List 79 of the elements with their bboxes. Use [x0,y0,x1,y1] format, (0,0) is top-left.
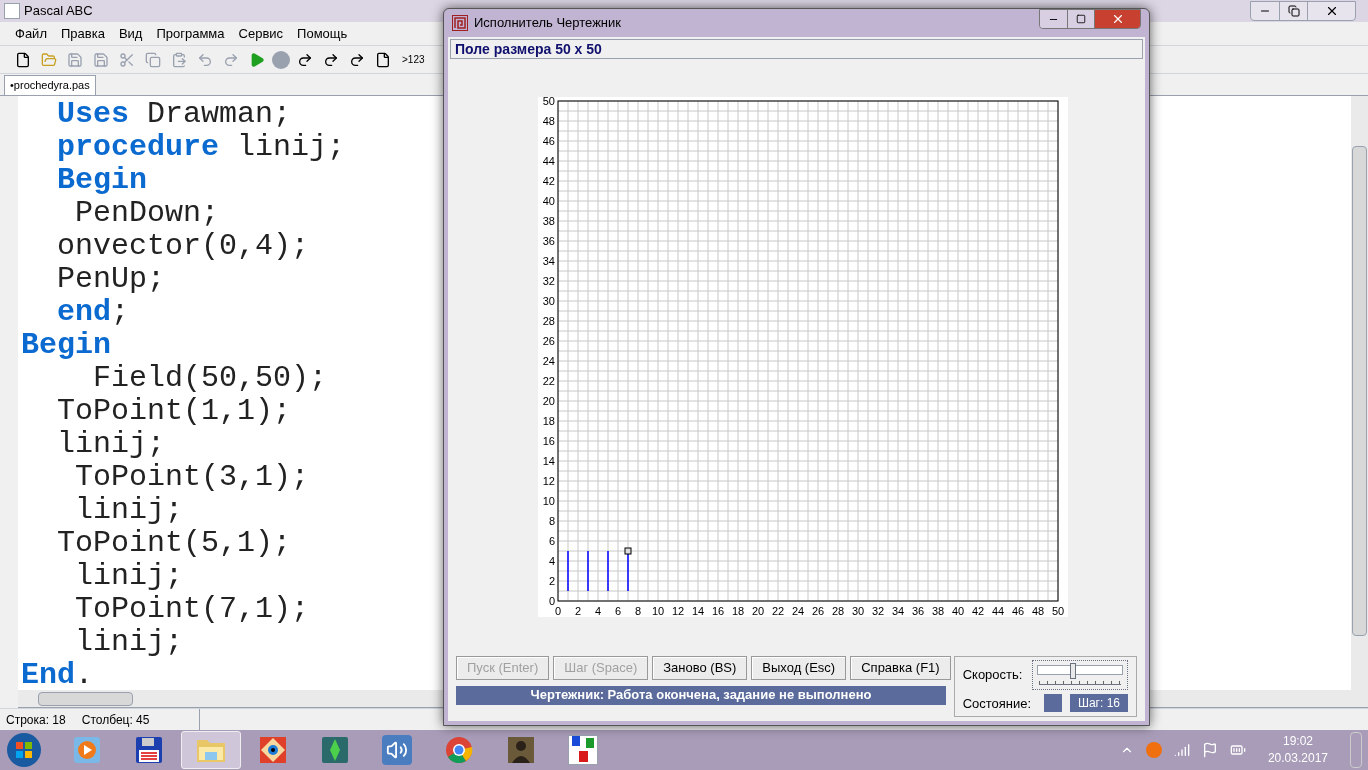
y-axis-label: 50 [542,97,555,107]
y-axis-label: 12 [542,475,555,487]
y-axis-label: 2 [548,575,555,587]
y-axis-label: 28 [542,315,555,327]
y-axis-label: 0 [548,595,555,607]
y-axis-label: 20 [542,395,555,407]
y-axis-label: 6 [548,535,555,547]
y-axis-label: 32 [542,275,555,287]
y-axis-label: 48 [542,115,555,127]
code-line: ToPoint(5,1); [56,527,292,560]
x-axis-label: 12 [671,605,684,617]
x-axis-label: 30 [851,605,864,617]
code-line: procedure linij; [56,131,346,164]
x-axis-label: 4 [594,605,601,617]
x-axis-label: 8 [634,605,641,617]
y-axis-label: 16 [542,435,555,447]
code-line: ToPoint(3,1); [74,461,310,494]
x-axis-label: 28 [831,605,844,617]
code-line: linij; [56,428,166,461]
x-axis-label: 16 [711,605,724,617]
code-line: End. [21,659,94,690]
x-axis-label: 20 [751,605,764,617]
speed-label: Скорость: [962,665,1023,684]
code-line: ToPoint(7,1); [74,593,310,626]
code-line: PenUp; [56,263,166,296]
y-axis-label: 4 [548,555,555,567]
y-axis-label: 42 [542,175,555,187]
y-axis-label: 36 [542,235,555,247]
x-axis-label: 6 [614,605,621,617]
x-axis-label: 0 [554,605,561,617]
code-line: Begin [21,329,111,362]
field-size-header: Поле размера 50 x 50 [450,39,1143,59]
y-axis-label: 14 [542,455,555,467]
x-axis-label: 34 [891,605,904,617]
y-axis-label: 44 [542,155,555,167]
y-axis-label: 34 [542,255,555,267]
x-axis-label: 48 [1031,605,1044,617]
y-axis-label: 26 [542,335,555,347]
code-line: Uses Drawman; [56,98,292,131]
row-indicator: Строка: 18 [6,711,66,729]
message-bar: Чертежник: Работа окончена, задание не выполнено [456,685,946,705]
y-axis-label: 10 [542,495,555,507]
x-axis-label: 10 [651,605,664,617]
window-title: Pascal ABC [24,2,93,21]
x-axis-label: 26 [811,605,824,617]
y-axis-label: 24 [542,355,555,367]
x-axis-label: 44 [991,605,1004,617]
y-axis-label: 38 [542,215,555,227]
x-axis-label: 2 [574,605,581,617]
x-axis-label: 40 [951,605,964,617]
y-axis-label: 30 [542,295,555,307]
code-line: ToPoint(1,1); [56,395,292,428]
code-line: PenDown; [74,197,220,230]
step-counter: Шаг: 16 [1069,694,1128,713]
code-line: onvector(0,4); [56,230,310,263]
x-axis-label: 36 [911,605,924,617]
y-axis-label: 18 [542,415,555,427]
x-axis-label: 50 [1051,605,1064,617]
x-axis-label: 22 [771,605,784,617]
x-axis-label: 32 [871,605,884,617]
code-line: Field(50,50); [92,362,328,395]
code-line: Begin [56,164,148,197]
column-indicator: Столбец: 45 [81,711,150,729]
dialog-title: Исполнитель Чертежник [474,14,621,33]
y-axis-label: 22 [542,375,555,387]
y-axis-label: 46 [542,135,555,147]
x-axis-label: 14 [691,605,704,617]
code-line: linij; [74,626,184,659]
y-axis-label: 40 [542,195,555,207]
x-axis-label: 18 [731,605,744,617]
state-label: Состояние: [962,694,1032,713]
x-axis-label: 38 [931,605,944,617]
code-line: end; [56,296,130,329]
x-axis-label: 24 [791,605,804,617]
code-line: linij; [74,494,184,527]
x-axis-label: 42 [971,605,984,617]
y-axis-label: 8 [548,515,555,527]
code-line: linij; [74,560,184,593]
x-axis-label: 46 [1011,605,1024,617]
